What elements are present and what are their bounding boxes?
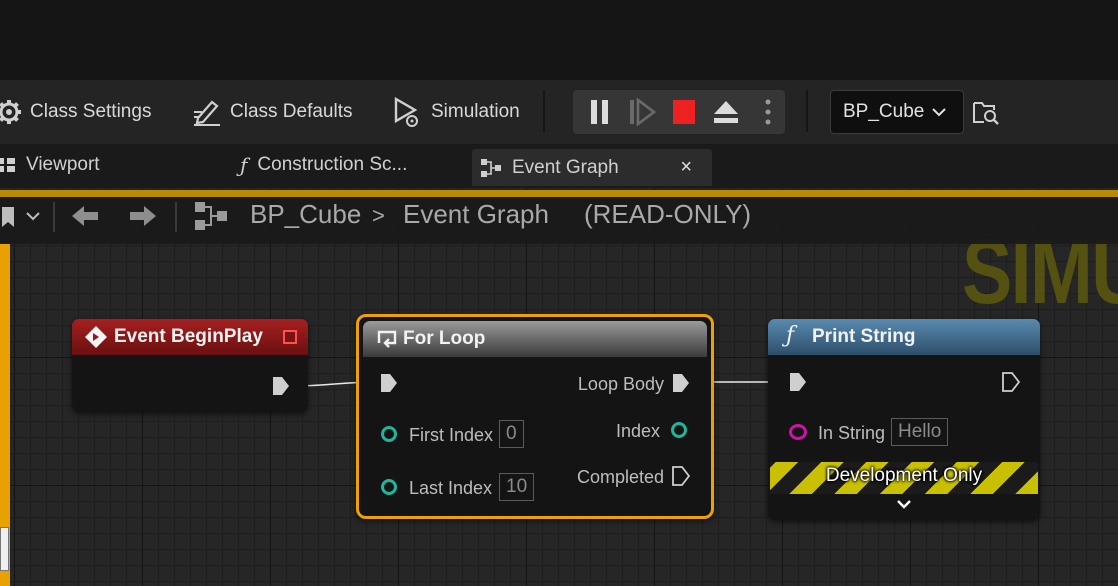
expand-chevron-icon[interactable] — [896, 499, 912, 511]
function-icon: ƒ — [786, 323, 795, 348]
in-string-input[interactable]: Hello — [891, 418, 949, 446]
in-string-pin[interactable] — [789, 424, 807, 440]
node-title: Print String — [812, 326, 916, 347]
development-only-label: Development Only — [825, 465, 983, 486]
node-header: For Loop — [363, 321, 707, 357]
last-index-pin[interactable] — [381, 479, 397, 495]
first-index-input[interactable]: 0 — [499, 420, 524, 448]
node-title: For Loop — [403, 328, 486, 349]
in-string-label: In String — [818, 423, 886, 443]
exec-in-pin[interactable] — [380, 373, 398, 393]
output-delegate-pin[interactable] — [283, 330, 297, 344]
last-index-input[interactable]: 10 — [499, 473, 535, 501]
exec-out-pin[interactable] — [1002, 372, 1020, 392]
last-index-label: Last Index — [409, 478, 493, 498]
print-string-node[interactable]: Print String ƒ In String Hello Developme… — [768, 319, 1040, 520]
completed-label: Completed — [576, 467, 664, 487]
index-label: Index — [615, 421, 660, 441]
for-loop-node[interactable]: For Loop First Index 0 Last Index 10 Loo… — [356, 314, 714, 519]
event-icon — [85, 326, 107, 348]
completed-pin[interactable] — [672, 466, 690, 486]
exec-in-pin[interactable] — [789, 372, 807, 392]
loop-body-label: Loop Body — [577, 374, 664, 394]
node-title: Event BeginPlay — [114, 326, 263, 347]
loop-body-pin[interactable] — [672, 373, 690, 393]
first-index-pin[interactable] — [381, 426, 397, 442]
event-beginplay-node[interactable]: Event BeginPlay — [72, 319, 308, 412]
node-header: Print String — [768, 319, 1040, 355]
loop-icon — [377, 330, 397, 348]
exec-out-pin[interactable] — [272, 376, 290, 396]
index-pin[interactable] — [671, 422, 687, 438]
first-index-label: First Index — [409, 425, 494, 445]
